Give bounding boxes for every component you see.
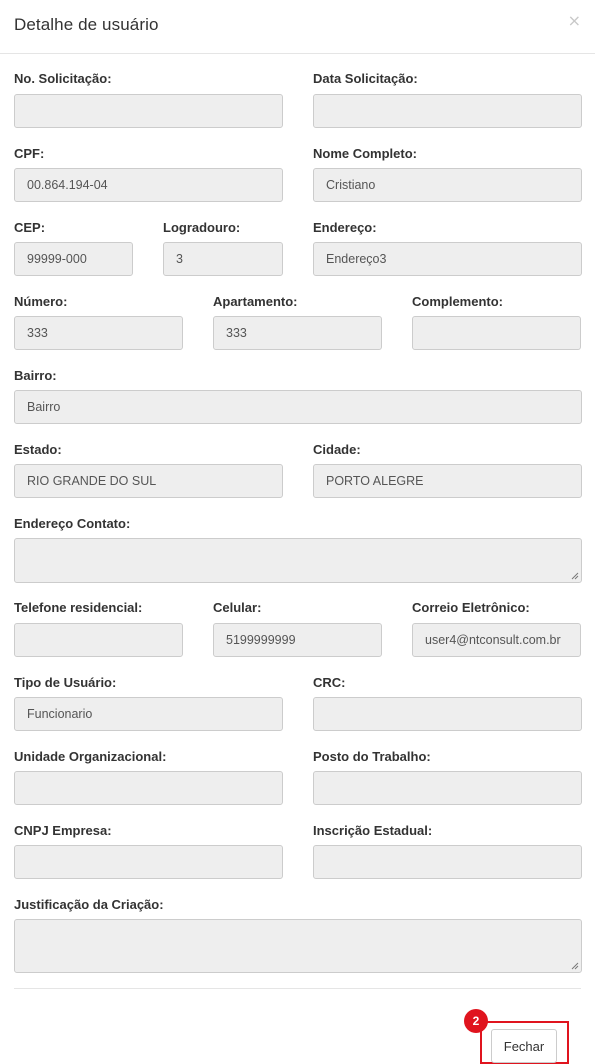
data-solicitacao-field[interactable] <box>313 94 582 128</box>
annotation-badge: 2 <box>464 1009 488 1033</box>
cpf-label: CPF: <box>14 146 45 161</box>
modal-title: Detalhe de usuário <box>14 15 159 34</box>
unidade-organizacional-field[interactable] <box>14 771 283 805</box>
bairro-label: Bairro: <box>14 368 57 383</box>
justificacao-textarea[interactable] <box>14 919 582 973</box>
no-solicitacao-field[interactable] <box>14 94 283 128</box>
cidade-field[interactable]: PORTO ALEGRE <box>313 464 582 498</box>
posto-trabalho-label: Posto do Trabalho: <box>313 749 431 764</box>
numero-label: Número: <box>14 294 68 309</box>
cpf-field[interactable]: 00.864.194-04 <box>14 168 283 202</box>
cnpj-empresa-field[interactable] <box>14 845 283 879</box>
fechar-button[interactable]: Fechar <box>491 1029 557 1063</box>
footer-divider <box>14 988 581 989</box>
endereco-field[interactable]: Endereço3 <box>313 242 582 276</box>
inscricao-estadual-field[interactable] <box>313 845 582 879</box>
correio-eletronico-field[interactable]: user4@ntconsult.com.br <box>412 623 581 657</box>
tipo-usuario-label: Tipo de Usuário: <box>14 675 117 690</box>
data-solicitacao-label: Data Solicitação: <box>313 71 418 86</box>
justificacao-label: Justificação da Criação: <box>14 897 164 912</box>
endereco-contato-label: Endereço Contato: <box>14 516 131 531</box>
nome-completo-field[interactable]: Cristiano <box>313 168 582 202</box>
endereco-contato-textarea[interactable] <box>14 538 582 583</box>
numero-field[interactable]: 333 <box>14 316 183 350</box>
logradouro-label: Logradouro: <box>163 220 241 235</box>
nome-completo-label: Nome Completo: <box>313 146 417 161</box>
correio-eletronico-label: Correio Eletrônico: <box>412 600 530 615</box>
close-icon[interactable]: × <box>568 11 581 31</box>
tipo-usuario-field[interactable]: Funcionario <box>14 697 283 731</box>
complemento-field[interactable] <box>412 316 581 350</box>
cep-field[interactable]: 99999-000 <box>14 242 133 276</box>
crc-label: CRC: <box>313 675 346 690</box>
apartamento-field[interactable]: 333 <box>213 316 382 350</box>
cidade-label: Cidade: <box>313 442 361 457</box>
celular-label: Celular: <box>213 600 262 615</box>
complemento-label: Complemento: <box>412 294 503 309</box>
resize-grip-icon[interactable] <box>571 572 579 580</box>
telefone-residencial-label: Telefone residencial: <box>14 600 143 615</box>
unidade-organizacional-label: Unidade Organizacional: <box>14 749 167 764</box>
cnpj-empresa-label: CNPJ Empresa: <box>14 823 112 838</box>
crc-field[interactable] <box>313 697 582 731</box>
bairro-field[interactable]: Bairro <box>14 390 582 424</box>
modal-header: Detalhe de usuário × <box>0 0 595 54</box>
telefone-residencial-field[interactable] <box>14 623 183 657</box>
estado-field[interactable]: RIO GRANDE DO SUL <box>14 464 283 498</box>
estado-label: Estado: <box>14 442 62 457</box>
endereco-label: Endereço: <box>313 220 377 235</box>
apartamento-label: Apartamento: <box>213 294 298 309</box>
no-solicitacao-label: No. Solicitação: <box>14 71 112 86</box>
posto-trabalho-field[interactable] <box>313 771 582 805</box>
celular-field[interactable]: 5199999999 <box>213 623 382 657</box>
resize-grip-icon[interactable] <box>571 962 579 970</box>
cep-label: CEP: <box>14 220 46 235</box>
inscricao-estadual-label: Inscrição Estadual: <box>313 823 433 838</box>
logradouro-field[interactable]: 3 <box>163 242 283 276</box>
